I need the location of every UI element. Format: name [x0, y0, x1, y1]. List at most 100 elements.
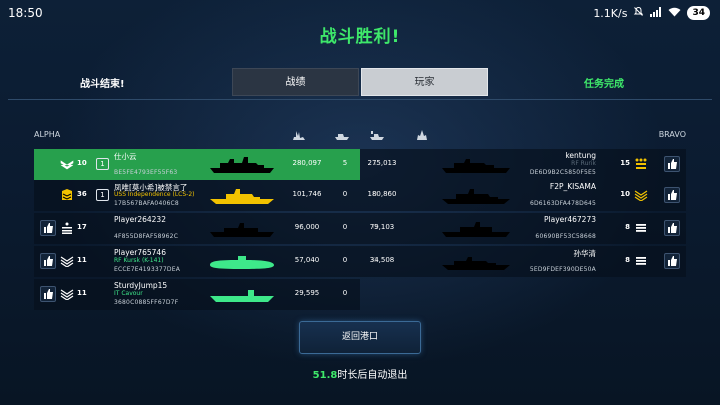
player-id: DE6D9B2C5850F5E5: [529, 169, 596, 176]
like-button[interactable]: [664, 156, 680, 172]
alpha-team-label: ALPHA: [34, 130, 61, 139]
player-id: 5ED9FDEF390DE50A: [529, 266, 596, 273]
rank-bars-icon: [636, 257, 646, 265]
ship-silhouette: [442, 257, 510, 270]
ship-silhouette: [442, 222, 510, 237]
rank-chevron-icon: [634, 190, 648, 201]
party-badge: 1: [96, 158, 109, 170]
player-level: 36: [77, 190, 87, 198]
player-ship-name: IT Cavour: [114, 290, 143, 297]
network-speed: 1.1K/s: [593, 6, 628, 20]
thumbs-up-icon: [668, 256, 677, 266]
player-level: 10: [77, 159, 87, 167]
score-icon: [417, 130, 427, 140]
thumbs-up-icon: [668, 223, 677, 233]
alpha-player-row[interactable]: 10 1 仕小云 BE5FE4793EF55F63 280,097 5 1: [34, 149, 377, 180]
kills-value: 0: [342, 256, 348, 264]
bravo-player-row[interactable]: 180,860 F2P_KISAMA 6D6163DFA478D645 10: [360, 180, 686, 211]
battle-over-label: 战斗结束!: [80, 79, 125, 90]
like-button[interactable]: [664, 187, 680, 203]
damage-value: 280,097: [292, 159, 322, 167]
kills-icon: [335, 134, 349, 140]
like-button[interactable]: [40, 286, 56, 302]
score-value: 34,508: [369, 256, 395, 264]
ship-silhouette: [442, 189, 510, 204]
kills-value: 5: [342, 159, 348, 167]
player-id: 60690BF53C58668: [535, 233, 596, 240]
score-value: 275,013: [367, 159, 397, 167]
thumbs-up-icon: [44, 223, 53, 233]
carrier-silhouette: [210, 290, 274, 302]
damage-value: 101,746: [292, 190, 322, 198]
battery-icon: 34: [687, 6, 710, 20]
player-level: 11: [77, 289, 87, 297]
player-id: ECCE7E4193377DEA: [114, 266, 181, 273]
player-id: BE5FE4793EF55F63: [114, 169, 178, 176]
rank-bars-icon: [62, 222, 72, 234]
player-level: 8: [625, 256, 630, 264]
bravo-team-label: BRAVO: [658, 130, 686, 139]
player-level: 10: [620, 190, 630, 198]
like-button[interactable]: [40, 253, 56, 269]
ship-silhouette: [210, 157, 274, 173]
alpha-player-row[interactable]: 17 Player264232 4F855D8FAF58962C 96,000 …: [34, 213, 377, 244]
bravo-player-row[interactable]: 79,103 Player467273 60690BF53C58668 8: [360, 213, 686, 244]
bravo-player-row[interactable]: 275,013 kentung RF Rurik DE6D9B2C5850F5E…: [360, 149, 686, 180]
alpha-player-row[interactable]: 36 1 凤唯[莫小希]被禁言了 USS Independence (LCS-2…: [34, 180, 377, 211]
like-button[interactable]: [664, 220, 680, 236]
damage-value: 57,040: [294, 256, 320, 264]
kills-value: 0: [342, 190, 348, 198]
header-divider: [8, 99, 712, 100]
clock: 18:50: [8, 6, 43, 20]
column-header: ALPHA BRAVO: [34, 130, 686, 144]
player-id: 17B567BAFA0406C8: [114, 200, 179, 207]
victory-title: 战斗胜利!: [319, 27, 401, 47]
damage-icon: [293, 131, 305, 140]
thumbs-up-icon: [44, 289, 53, 299]
rank-chevron-icon: [60, 289, 74, 300]
header-row: 战斗结束! 战绩 玩家 任务完成: [0, 68, 720, 96]
kills-value: 0: [342, 289, 348, 297]
like-button[interactable]: [664, 253, 680, 269]
rank-chevron-icon: [60, 256, 74, 267]
player-name: Player467273: [544, 215, 596, 224]
mission-complete-label: 任务完成: [584, 79, 624, 90]
tab-players[interactable]: 玩家: [361, 68, 488, 96]
countdown-timer: 51.8: [312, 370, 338, 381]
player-name: SturdyJump15: [114, 281, 168, 290]
player-id: 6D6163DFA478D645: [529, 200, 596, 207]
assists-icon: [370, 131, 384, 140]
damage-value: 29,595: [294, 289, 320, 297]
player-name: Player765746: [114, 248, 166, 257]
return-to-port-button[interactable]: 返回港口: [299, 321, 421, 354]
ship-silhouette: [210, 189, 274, 204]
tab-stats[interactable]: 战绩: [232, 68, 359, 96]
alpha-player-row[interactable]: 11 SturdyJump15 IT Cavour 3680C0885FF67D…: [34, 279, 360, 310]
player-name: kentung: [565, 151, 596, 160]
player-name: 孙华清: [573, 249, 597, 258]
score-value: 180,860: [367, 190, 397, 198]
kills-value: 0: [342, 223, 348, 231]
thumbs-up-icon: [668, 190, 677, 200]
signal-icon: [650, 6, 662, 20]
player-name: F2P_KISAMA: [549, 182, 596, 191]
player-ship-name: RF Kursk (K-141): [114, 257, 164, 264]
bravo-player-row[interactable]: 34,508 孙华清 5ED9FDEF390DE50A 8: [360, 246, 686, 277]
rank-chevron-icon: [60, 160, 74, 170]
player-level: 17: [77, 223, 87, 231]
party-badge: 1: [96, 189, 109, 201]
ship-silhouette: [210, 223, 274, 237]
player-level: 11: [77, 256, 87, 264]
like-button[interactable]: [40, 220, 56, 236]
player-name: 仕小云: [114, 152, 137, 161]
rank-medal-icon: [635, 158, 647, 169]
thumbs-up-icon: [44, 256, 53, 266]
ship-silhouette: [442, 159, 510, 173]
auto-exit-message: 51.8时长后自动退出: [0, 366, 720, 381]
status-icons: 1.1K/s 34: [593, 6, 710, 20]
player-level: 15: [620, 159, 630, 167]
player-id: 4F855D8FAF58962C: [114, 233, 179, 240]
alpha-player-row[interactable]: 11 Player765746 RF Kursk (K-141) ECCE7E4…: [34, 246, 377, 277]
player-name: Player264232: [114, 215, 166, 224]
score-value: 79,103: [369, 223, 395, 231]
